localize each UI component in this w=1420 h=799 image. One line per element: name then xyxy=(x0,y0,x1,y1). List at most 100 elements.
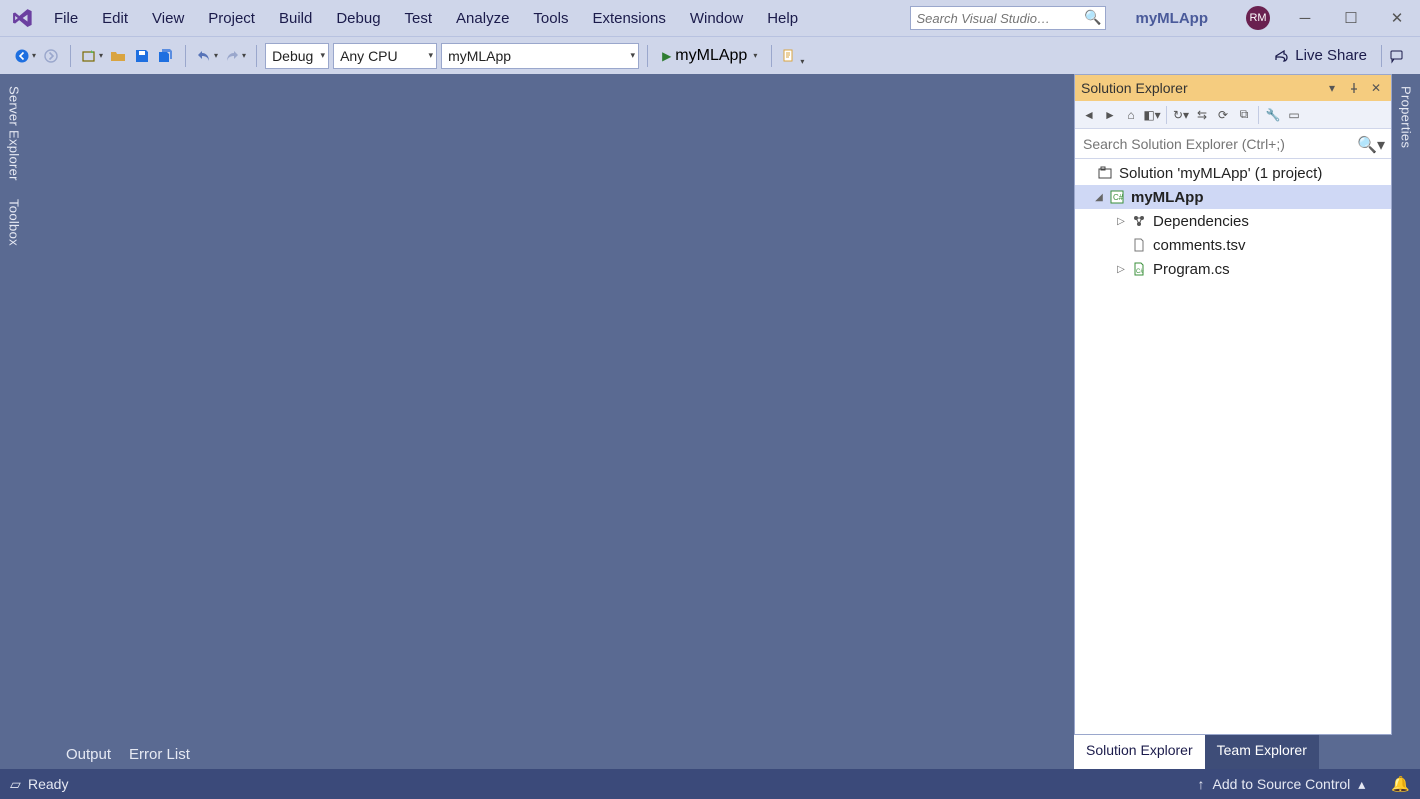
tab-output[interactable]: Output xyxy=(62,742,115,769)
tab-properties[interactable]: Properties xyxy=(1396,80,1417,154)
solution-platform-dropdown[interactable]: Any CPU▾ xyxy=(333,43,437,69)
csharp-file-icon: C# xyxy=(1131,261,1147,277)
se-refresh-button[interactable]: ⟳ xyxy=(1213,105,1233,125)
workspace: Server Explorer Toolbox Output Error Lis… xyxy=(0,74,1420,769)
play-icon: ▶ xyxy=(662,49,671,63)
se-collapse-all-button[interactable]: ⧉ xyxy=(1234,105,1254,125)
standard-toolbar: ▾ ▾ ▾ ▾ Debug▾ xyxy=(0,36,1420,74)
se-show-all-files-button[interactable]: ▭ xyxy=(1284,105,1304,125)
search-icon[interactable]: 🔍 xyxy=(1084,9,1101,26)
solution-config-dropdown[interactable]: Debug▾ xyxy=(265,43,329,69)
solution-explorer-panel: Solution Explorer ▾ ✕ ◄ ► ⌂ ◧▾ ↻▾ ⇆ ⟳ ⧉ … xyxy=(1074,74,1392,735)
notifications-icon[interactable]: 🔔 xyxy=(1391,775,1410,793)
save-button[interactable] xyxy=(131,44,153,68)
menu-bar: File Edit View Project Build Debug Test … xyxy=(0,0,1420,36)
solution-platform-value: Any CPU xyxy=(340,48,398,64)
window-restore-button[interactable]: ☐ xyxy=(1332,4,1370,32)
solution-icon xyxy=(1097,165,1113,181)
menu-analyze[interactable]: Analyze xyxy=(444,6,521,31)
menu-project[interactable]: Project xyxy=(196,6,267,31)
menu-build[interactable]: Build xyxy=(267,6,324,31)
menu-window[interactable]: Window xyxy=(678,6,755,31)
se-switch-views-button[interactable]: ◧▾ xyxy=(1142,105,1162,125)
startup-project-dropdown[interactable]: myMLApp▾ xyxy=(441,43,639,69)
solution-config-value: Debug xyxy=(272,48,313,64)
dependencies-icon xyxy=(1131,213,1147,229)
live-share-button[interactable]: Live Share xyxy=(1263,47,1377,64)
menu-debug[interactable]: Debug xyxy=(324,6,392,31)
toolbar-separator xyxy=(185,45,186,67)
menu-edit[interactable]: Edit xyxy=(90,6,140,31)
csharp-project-icon: C# xyxy=(1109,189,1125,205)
search-icon[interactable]: 🔍▾ xyxy=(1357,135,1385,155)
se-forward-button[interactable]: ► xyxy=(1100,105,1120,125)
nav-back-button[interactable]: ▾ xyxy=(12,44,38,68)
nav-forward-button[interactable] xyxy=(40,44,62,68)
quick-launch-input[interactable] xyxy=(910,6,1106,30)
start-label: myMLApp xyxy=(675,47,747,65)
dependencies-node[interactable]: ▷ Dependencies xyxy=(1075,209,1391,233)
user-avatar[interactable]: RM xyxy=(1246,6,1270,30)
feedback-button[interactable] xyxy=(1386,44,1408,68)
status-icon: ▱ xyxy=(10,776,28,793)
solution-explorer-search: 🔍▾ xyxy=(1075,129,1391,159)
undo-button[interactable]: ▾ xyxy=(194,44,220,68)
svg-text:C#: C# xyxy=(1136,269,1144,275)
expand-icon[interactable]: ▷ xyxy=(1115,264,1127,275)
tab-toolbox[interactable]: Toolbox xyxy=(4,193,25,252)
menu-test[interactable]: Test xyxy=(393,6,445,31)
tab-solution-explorer[interactable]: Solution Explorer xyxy=(1074,735,1205,769)
solution-node[interactable]: Solution 'myMLApp' (1 project) xyxy=(1075,161,1391,185)
collapse-icon[interactable]: ◢ xyxy=(1093,192,1105,203)
live-share-label: Live Share xyxy=(1295,47,1367,64)
solution-explorer-search-input[interactable] xyxy=(1075,129,1391,158)
file-node-program[interactable]: ▷ C# Program.cs xyxy=(1075,257,1391,281)
toolbar-separator xyxy=(647,45,648,67)
window-close-button[interactable]: ✕ xyxy=(1378,4,1416,32)
tab-server-explorer[interactable]: Server Explorer xyxy=(4,80,25,187)
tab-team-explorer[interactable]: Team Explorer xyxy=(1205,735,1319,769)
panel-pin-button[interactable] xyxy=(1345,79,1363,97)
panel-close-button[interactable]: ✕ xyxy=(1367,79,1385,97)
se-pending-changes-filter-button[interactable]: ↻▾ xyxy=(1171,105,1191,125)
solution-explorer-titlebar[interactable]: Solution Explorer ▾ ✕ xyxy=(1075,75,1391,101)
start-debugging-button[interactable]: ▶ myMLApp ▾ xyxy=(656,44,763,68)
menu-extensions[interactable]: Extensions xyxy=(580,6,677,31)
file-icon xyxy=(1131,237,1147,253)
toolbar-separator xyxy=(771,45,772,67)
new-project-button[interactable]: ▾ xyxy=(79,44,105,68)
menu-tools[interactable]: Tools xyxy=(521,6,580,31)
solution-label: Solution 'myMLApp' (1 project) xyxy=(1117,165,1322,182)
svg-text:C#: C# xyxy=(1113,193,1124,202)
add-to-source-control-button[interactable]: Add to Source Control xyxy=(1213,776,1351,792)
file-node-comments[interactable]: comments.tsv xyxy=(1075,233,1391,257)
toolbar-separator xyxy=(256,45,257,67)
expand-icon[interactable]: ▷ xyxy=(1115,216,1127,227)
toolbar-separator xyxy=(1258,106,1259,124)
save-all-button[interactable] xyxy=(155,44,177,68)
toolbar-separator xyxy=(70,45,71,67)
status-ready-label: Ready xyxy=(28,776,68,792)
vs-logo-icon xyxy=(8,4,36,32)
project-node[interactable]: ◢ C# myMLApp xyxy=(1075,185,1391,209)
se-sync-active-document-button[interactable]: ⇆ xyxy=(1192,105,1212,125)
tab-error-list[interactable]: Error List xyxy=(125,742,194,769)
right-dock: Properties xyxy=(1392,74,1420,769)
redo-button[interactable]: ▾ xyxy=(222,44,248,68)
se-properties-button[interactable]: 🔧 xyxy=(1263,105,1283,125)
window-minimize-button[interactable]: ─ xyxy=(1286,4,1324,32)
se-home-button[interactable]: ⌂ xyxy=(1121,105,1141,125)
left-dock: Server Explorer Toolbox xyxy=(0,74,28,769)
right-dock-tabs: Solution Explorer Team Explorer xyxy=(1074,735,1392,769)
se-back-button[interactable]: ◄ xyxy=(1079,105,1099,125)
open-file-button[interactable] xyxy=(107,44,129,68)
app-title: myMLApp xyxy=(1114,10,1231,27)
find-in-files-button[interactable]: ▾ xyxy=(780,44,806,68)
panel-window-position-button[interactable]: ▾ xyxy=(1323,79,1341,97)
menu-view[interactable]: View xyxy=(140,6,196,31)
menu-help[interactable]: Help xyxy=(755,6,810,31)
file-label: Program.cs xyxy=(1151,261,1230,278)
chevron-up-icon[interactable]: ▴ xyxy=(1358,776,1365,793)
solution-explorer-toolbar: ◄ ► ⌂ ◧▾ ↻▾ ⇆ ⟳ ⧉ 🔧 ▭ xyxy=(1075,101,1391,129)
menu-file[interactable]: File xyxy=(42,6,90,31)
